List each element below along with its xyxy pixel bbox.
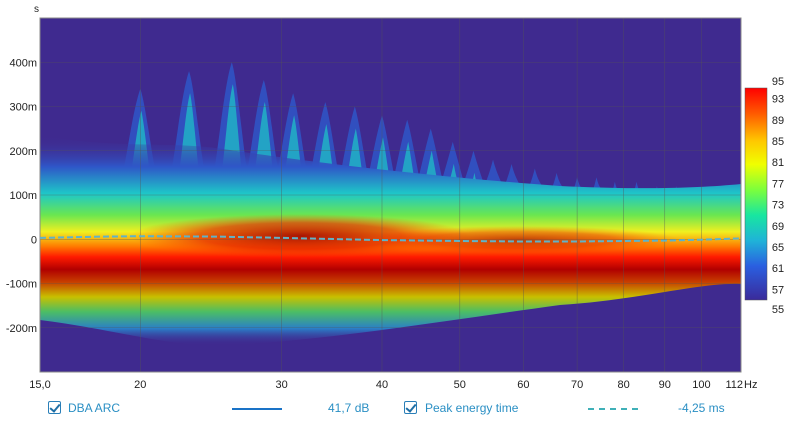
y-axis-ticks: 400m 300m 200m 100m 0 -100m -200m <box>6 57 37 335</box>
x-axis-unit: Hz <box>744 379 757 391</box>
y-tick-label: 400m <box>9 57 37 69</box>
y-tick-label: 300m <box>9 102 37 114</box>
peak-energy-time-checkbox[interactable] <box>404 401 417 414</box>
x-tick-label: 100 <box>692 379 710 391</box>
peak-energy-time-label: Peak energy time <box>425 401 519 415</box>
x-tick-label: 112 <box>725 379 743 391</box>
colorbar-ticks: 95 93 89 85 81 77 73 69 65 61 57 55 <box>772 76 784 316</box>
colorbar <box>744 87 768 301</box>
colorbar-tick-label: 85 <box>772 136 784 148</box>
y-tick-label: -200m <box>6 323 37 335</box>
legend: DBA ARC 41,7 dB Peak energy time -4,25 m… <box>0 396 800 422</box>
hot-core-right <box>360 226 680 254</box>
colorbar-tick-label: 95 <box>772 76 784 88</box>
dba-arc-checkbox[interactable] <box>48 401 61 414</box>
colorbar-tick-label: 65 <box>772 242 784 254</box>
colorbar-tick-label: 57 <box>772 284 784 296</box>
x-tick-label: 80 <box>618 379 630 391</box>
colorbar-tick-label: 81 <box>772 157 784 169</box>
x-tick-label: 50 <box>454 379 466 391</box>
peak-energy-time-swatch <box>588 408 638 410</box>
y-tick-label: 100m <box>9 190 37 202</box>
colorbar-tick-label: 61 <box>772 263 784 275</box>
colorbar-tick-label: 69 <box>772 221 784 233</box>
x-tick-label: 15,0 <box>29 379 50 391</box>
dba-arc-swatch <box>232 408 282 410</box>
dba-arc-value: 41,7 dB <box>328 401 370 415</box>
x-tick-label: 30 <box>276 379 288 391</box>
x-tick-label: 40 <box>376 379 388 391</box>
colorbar-tick-label: 89 <box>772 115 784 127</box>
y-axis-unit: s <box>34 4 39 15</box>
x-tick-label: 60 <box>517 379 529 391</box>
x-axis-ticks: 15,0 20 30 40 50 60 70 80 90 100 112 <box>29 379 743 391</box>
dba-arc-label: DBA ARC <box>68 401 121 415</box>
colorbar-tick-label: 93 <box>772 94 784 106</box>
spectrogram-chart: 400m 300m 200m 100m 0 -100m -200m 15,0 20 30 40 50… <box>6 4 784 391</box>
x-tick-label: 20 <box>134 379 146 391</box>
y-tick-label: 200m <box>9 146 37 158</box>
y-tick-label: -100m <box>6 279 37 291</box>
peak-energy-time-value: -4,25 ms <box>678 401 725 415</box>
colorbar-tick-label: 73 <box>772 200 784 212</box>
colorbar-tick-label: 77 <box>772 178 784 190</box>
y-tick-label: 0 <box>31 234 37 246</box>
x-tick-label: 90 <box>659 379 671 391</box>
colorbar-tick-label: 55 <box>772 304 784 316</box>
x-tick-label: 70 <box>571 379 583 391</box>
